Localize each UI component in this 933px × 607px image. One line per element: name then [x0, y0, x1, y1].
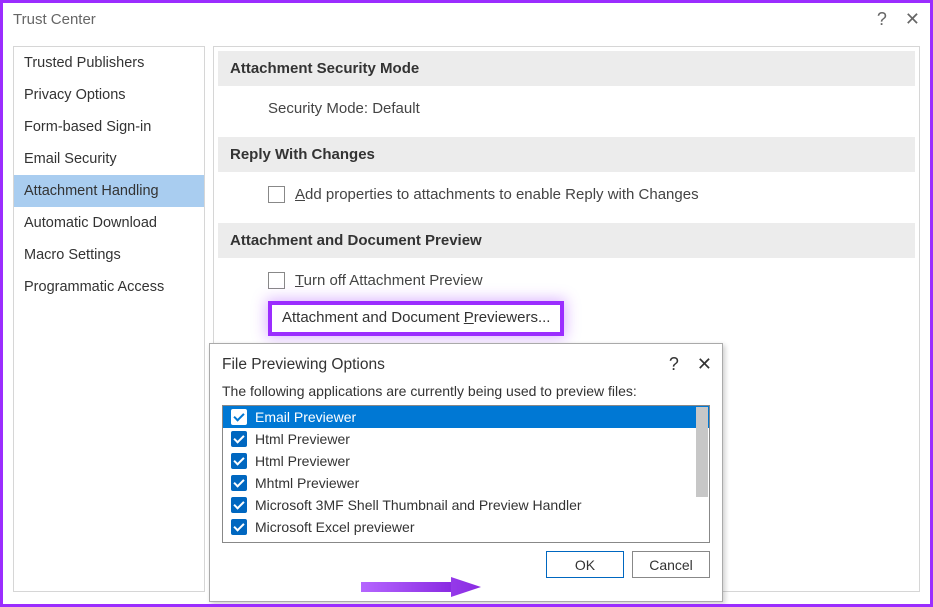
sidebar: Trusted Publishers Privacy Options Form-…: [13, 46, 205, 592]
list-item[interactable]: Microsoft Excel previewer: [223, 516, 709, 538]
window-title: Trust Center: [13, 11, 96, 28]
sidebar-item-programmatic-access[interactable]: Programmatic Access: [14, 271, 204, 303]
ok-button[interactable]: OK: [546, 551, 624, 578]
trust-center-window: Trust Center ? ✕ Trusted Publishers Priv…: [0, 0, 933, 607]
previewers-button[interactable]: Attachment and Document Previewers...: [268, 301, 564, 336]
checkbox-checked-icon[interactable]: [231, 497, 247, 513]
cancel-button[interactable]: Cancel: [632, 551, 710, 578]
section-attachment-security: Attachment Security Mode: [218, 51, 915, 86]
sidebar-item-form-signin[interactable]: Form-based Sign-in: [14, 111, 204, 143]
dialog-help-icon[interactable]: ?: [669, 354, 679, 375]
sidebar-item-automatic-download[interactable]: Automatic Download: [14, 207, 204, 239]
help-icon[interactable]: ?: [877, 9, 887, 30]
sidebar-item-privacy-options[interactable]: Privacy Options: [14, 79, 204, 111]
checkbox-checked-icon[interactable]: [231, 431, 247, 447]
sidebar-item-trusted-publishers[interactable]: Trusted Publishers: [14, 47, 204, 79]
dialog-title: File Previewing Options: [222, 356, 385, 374]
close-icon[interactable]: ✕: [905, 9, 920, 30]
dialog-close-icon[interactable]: ✕: [697, 354, 712, 375]
list-item[interactable]: Microsoft 3MF Shell Thumbnail and Previe…: [223, 494, 709, 516]
file-previewing-dialog: File Previewing Options ? ✕ The followin…: [209, 343, 723, 602]
list-item[interactable]: Html Previewer: [223, 428, 709, 450]
section-reply-changes: Reply With Changes: [218, 137, 915, 172]
dialog-description: The following applications are currently…: [210, 383, 722, 405]
sidebar-item-macro-settings[interactable]: Macro Settings: [14, 239, 204, 271]
turn-off-preview-checkbox[interactable]: [268, 272, 285, 289]
turn-off-preview-label: Turn off Attachment Preview: [295, 272, 483, 289]
titlebar: Trust Center ? ✕: [3, 3, 930, 36]
add-properties-label: Add properties to attachments to enable …: [295, 186, 699, 203]
list-item[interactable]: Html Previewer: [223, 450, 709, 472]
sidebar-item-attachment-handling[interactable]: Attachment Handling: [14, 175, 204, 207]
checkbox-checked-icon[interactable]: [231, 519, 247, 535]
add-properties-checkbox[interactable]: [268, 186, 285, 203]
checkbox-checked-icon[interactable]: [231, 475, 247, 491]
previewers-listbox[interactable]: Email Previewer Html Previewer Html Prev…: [222, 405, 710, 543]
security-mode-value: Security Mode: Default: [218, 100, 915, 137]
list-item[interactable]: Email Previewer: [223, 406, 709, 428]
scrollbar[interactable]: [696, 407, 708, 497]
list-item[interactable]: Mhtml Previewer: [223, 472, 709, 494]
checkbox-checked-icon[interactable]: [231, 453, 247, 469]
sidebar-item-email-security[interactable]: Email Security: [14, 143, 204, 175]
section-attachment-preview: Attachment and Document Preview: [218, 223, 915, 258]
checkbox-checked-icon[interactable]: [231, 409, 247, 425]
